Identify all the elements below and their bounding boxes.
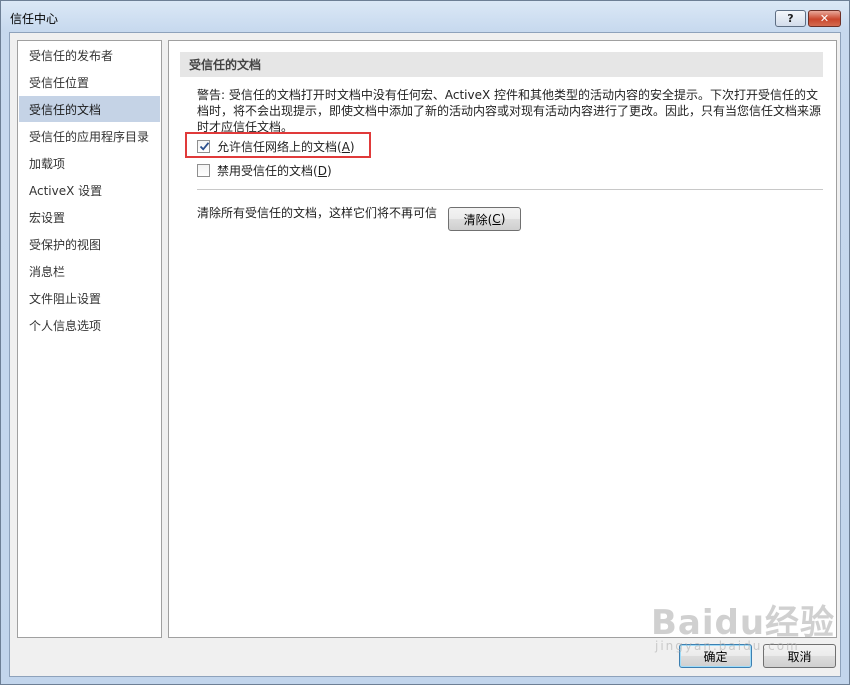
ok-button[interactable]: 确定 [679, 644, 752, 668]
nav-item-trusted-locations[interactable]: 受信任位置 [19, 69, 160, 95]
nav-item-trusted-app-catalogs[interactable]: 受信任的应用程序目录 [19, 123, 160, 149]
category-nav: 受信任的发布者 受信任位置 受信任的文档 受信任的应用程序目录 加载项 Acti… [17, 40, 162, 638]
close-icon: ✕ [819, 12, 830, 25]
settings-panel: 受信任的文档 警告: 受信任的文档打开时文档中没有任何宏、ActiveX 控件和… [168, 40, 837, 638]
nav-item-label: 宏设置 [29, 210, 66, 225]
nav-item-activex-settings[interactable]: ActiveX 设置 [19, 177, 160, 203]
nav-item-trusted-documents[interactable]: 受信任的文档 [19, 96, 160, 122]
nav-item-macro-settings[interactable]: 宏设置 [19, 204, 160, 230]
nav-item-label: 受信任的应用程序目录 [29, 129, 150, 144]
title-bar[interactable]: 信任中心 ? ✕ [1, 1, 849, 31]
warning-text: 警告: 受信任的文档打开时文档中没有任何宏、ActiveX 控件和其他类型的活动… [197, 88, 822, 134]
nav-item-label: 受信任的发布者 [29, 48, 114, 63]
cancel-button[interactable]: 取消 [763, 644, 836, 668]
section-divider [197, 189, 823, 190]
nav-item-trusted-publishers[interactable]: 受信任的发布者 [19, 42, 160, 68]
allow-network-documents-option[interactable]: 允许信任网络上的文档(A) [197, 138, 355, 155]
help-icon: ? [787, 12, 794, 25]
close-button[interactable]: ✕ [808, 10, 841, 27]
nav-item-label: ActiveX 设置 [29, 183, 103, 198]
disable-trusted-documents-option[interactable]: 禁用受信任的文档(D) [197, 162, 332, 179]
nav-item-label: 消息栏 [29, 264, 66, 279]
nav-item-file-block-settings[interactable]: 文件阻止设置 [19, 285, 160, 311]
nav-item-protected-view[interactable]: 受保护的视图 [19, 231, 160, 257]
trust-center-window: 信任中心 ? ✕ 受信任的发布者 受信任位置 受信任的文档 受信任的应用程序目录… [0, 0, 850, 685]
disable-trusted-checkbox[interactable] [197, 164, 210, 177]
section-title: 受信任的文档 [180, 52, 823, 77]
nav-item-label: 受信任的文档 [29, 102, 102, 117]
allow-network-label: 允许信任网络上的文档(A) [217, 140, 355, 154]
nav-item-message-bar[interactable]: 消息栏 [19, 258, 160, 284]
checkmark-icon [199, 142, 210, 151]
nav-item-label: 个人信息选项 [29, 318, 102, 333]
nav-item-label: 加载项 [29, 156, 66, 171]
nav-item-label: 受信任位置 [29, 75, 90, 90]
nav-item-label: 文件阻止设置 [29, 291, 102, 306]
disable-trusted-label: 禁用受信任的文档(D) [217, 164, 332, 178]
allow-network-checkbox[interactable] [197, 140, 210, 153]
help-button[interactable]: ? [775, 10, 806, 27]
window-title: 信任中心 [10, 12, 59, 26]
clear-button[interactable]: 清除(C) [448, 207, 521, 231]
nav-item-add-ins[interactable]: 加载项 [19, 150, 160, 176]
nav-item-privacy-options[interactable]: 个人信息选项 [19, 312, 160, 338]
dialog-client-area: 受信任的发布者 受信任位置 受信任的文档 受信任的应用程序目录 加载项 Acti… [9, 32, 841, 677]
clear-description: 清除所有受信任的文档，这样它们将不再可信 [197, 206, 438, 220]
nav-item-label: 受保护的视图 [29, 237, 102, 252]
